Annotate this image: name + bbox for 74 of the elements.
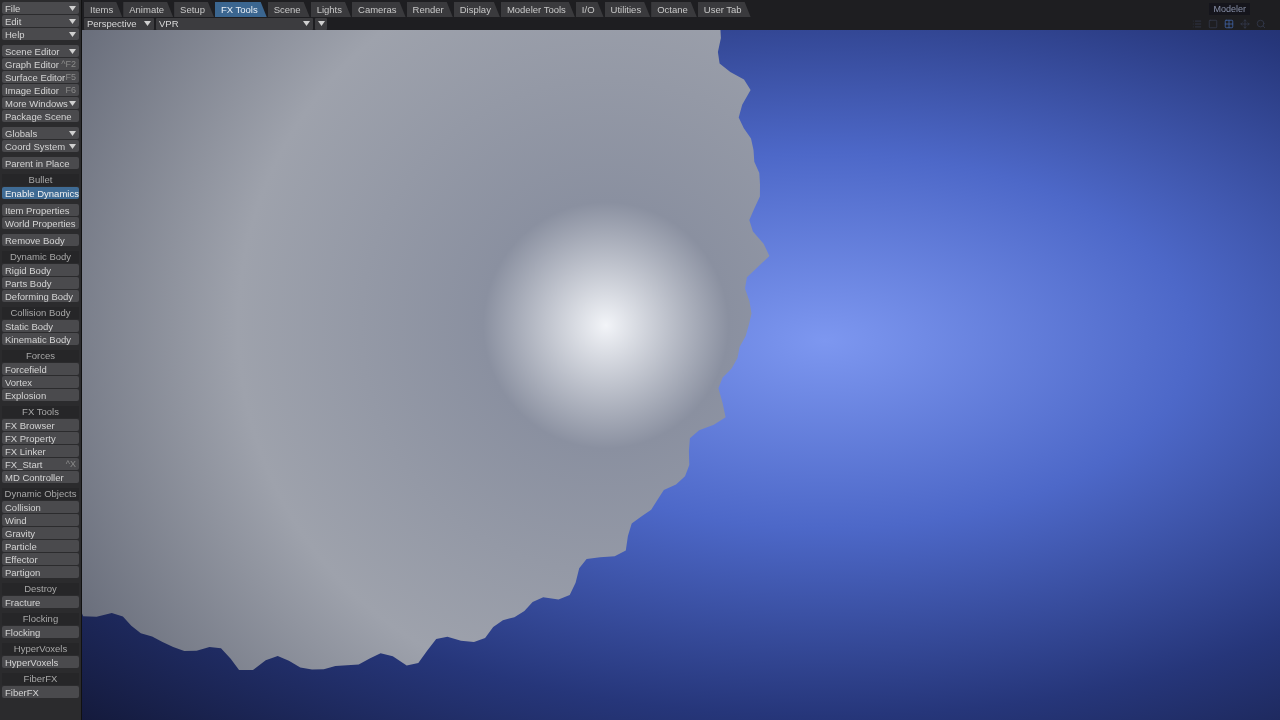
sidebar-button[interactable]: Enable Dynamics [2, 187, 79, 199]
sidebar-button[interactable]: Globals [2, 127, 79, 139]
sidebar-button[interactable]: MD Controller [2, 471, 79, 483]
tab[interactable]: Render [406, 2, 453, 17]
sidebar-button[interactable]: Scene Editor [2, 45, 79, 57]
render-mode-dropdown[interactable]: VPR [156, 17, 313, 30]
sidebar-button[interactable]: HyperVoxels [2, 656, 79, 668]
sidebar-button[interactable]: Parent in Place [2, 157, 79, 169]
sidebar-button[interactable]: Kinematic Body [2, 333, 79, 345]
sidebar-button[interactable]: Forcefield [2, 363, 79, 375]
tab[interactable]: Items [84, 2, 123, 17]
sidebar-button[interactable]: Wind [2, 514, 79, 526]
sidebar-button[interactable]: Remove Body [2, 234, 79, 246]
tab[interactable]: Octane [651, 2, 697, 17]
sidebar-button[interactable]: File [2, 2, 79, 14]
caret-icon [69, 100, 76, 106]
caret-icon [303, 21, 310, 26]
tab[interactable]: Setup [174, 2, 214, 17]
sidebar-button[interactable]: Parts Body [2, 277, 79, 289]
sidebar-button[interactable]: Coord System [2, 140, 79, 152]
section-heading: Forces [2, 350, 79, 362]
tab[interactable]: Cameras [352, 2, 406, 17]
square-icon[interactable] [1208, 18, 1218, 29]
sidebar-button[interactable]: Effector [2, 553, 79, 565]
section-heading: Dynamic Objects [2, 488, 79, 500]
sidebar-button[interactable]: FX Browser [2, 419, 79, 431]
move-icon[interactable] [1240, 18, 1250, 29]
caret-icon [144, 21, 151, 26]
sidebar-button[interactable]: Deforming Body [2, 290, 79, 302]
section-heading: FX Tools [2, 406, 79, 418]
section-heading: Destroy [2, 583, 79, 595]
options-dropdown[interactable] [315, 17, 327, 30]
sidebar-button[interactable]: Rigid Body [2, 264, 79, 276]
section-heading: Flocking [2, 613, 79, 625]
search-icon[interactable] [1256, 18, 1266, 29]
tab[interactable]: I/O [575, 2, 604, 17]
sidebar-button[interactable]: Package Scene [2, 110, 79, 122]
tab[interactable]: FX Tools [214, 2, 267, 17]
tab[interactable]: Display [453, 2, 500, 17]
section-heading: HyperVoxels [2, 643, 79, 655]
sidebar-button[interactable]: FX Linker [2, 445, 79, 457]
tab[interactable]: Scene [267, 2, 310, 17]
section-heading: Bullet [2, 174, 79, 186]
sidebar-button[interactable]: Partigon [2, 566, 79, 578]
sidebar-button[interactable]: Static Body [2, 320, 79, 332]
sidebar-button[interactable]: Collision [2, 501, 79, 513]
sidebar-button[interactable]: Help [2, 28, 79, 40]
sidebar-button[interactable]: Explosion [2, 389, 79, 401]
mode-label[interactable]: Modeler [1209, 2, 1250, 15]
sidebar-button[interactable]: FX Property [2, 432, 79, 444]
sidebar-button[interactable]: Flocking [2, 626, 79, 638]
sidebar-button[interactable]: Fracture [2, 596, 79, 608]
caret-icon [318, 21, 325, 26]
section-heading: Collision Body [2, 307, 79, 319]
caret-icon [69, 48, 76, 54]
section-heading: Dynamic Body [2, 251, 79, 263]
tab[interactable]: Lights [310, 2, 351, 17]
sidebar-button[interactable]: More Windows [2, 97, 79, 109]
sidebar-button[interactable]: Surface EditorF5 [2, 71, 79, 83]
sidebar-button[interactable]: Item Properties [2, 204, 79, 216]
sidebar-button[interactable]: Particle [2, 540, 79, 552]
grid-icon[interactable] [1224, 18, 1234, 29]
tab[interactable]: Animate [123, 2, 174, 17]
tab[interactable]: Modeler Tools [500, 2, 575, 17]
sidebar-button[interactable]: FiberFX [2, 686, 79, 698]
list-icon[interactable] [1192, 18, 1202, 29]
sidebar-button[interactable]: Gravity [2, 527, 79, 539]
view-dropdown[interactable]: Perspective [84, 17, 154, 30]
sidebar-button[interactable]: World Properties [2, 217, 79, 229]
sidebar-button[interactable]: Vortex [2, 376, 79, 388]
sidebar-button[interactable]: Edit [2, 15, 79, 27]
section-heading: FiberFX [2, 673, 79, 685]
tab[interactable]: Utilities [604, 2, 651, 17]
tab[interactable]: User Tab [697, 2, 751, 17]
